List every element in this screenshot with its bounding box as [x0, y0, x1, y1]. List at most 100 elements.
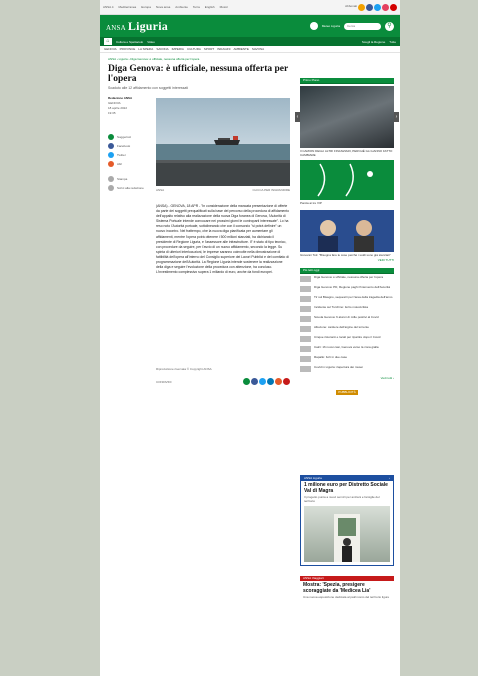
- subnav-item[interactable]: INDAGINI: [217, 47, 230, 51]
- subnav-item[interactable]: CULTURA: [187, 47, 201, 51]
- more-link[interactable]: Vedi tutti ›: [300, 376, 394, 380]
- write-button[interactable]: Scrivi alla redazione: [108, 183, 156, 192]
- subnav-item[interactable]: PROVINCE: [120, 47, 136, 51]
- facebook-icon[interactable]: [251, 378, 258, 385]
- top-link[interactable]: ANSA.it: [103, 5, 114, 9]
- photo-caption: ANSA CLICCA PER INGRANDIRE: [156, 188, 290, 192]
- sidebar-video[interactable]: [300, 210, 394, 252]
- home-icon[interactable]: ⌂: [104, 38, 112, 45]
- twitter-icon[interactable]: [374, 3, 381, 11]
- top-link[interactable]: Mediterranea: [119, 5, 137, 9]
- ad-label[interactable]: PUBBLICITÀ: [336, 390, 358, 395]
- page: ANSA.it Mediterranea Europa Nova ansa Am…: [100, 0, 400, 676]
- whatsapp-icon[interactable]: [243, 378, 250, 385]
- top-bar: ANSA.it Mediterranea Europa Nova ansa Am…: [100, 0, 400, 15]
- promo-title[interactable]: Mostra: 'Spezia, presigere scoraggiate d…: [300, 581, 394, 596]
- list-thumb: [300, 326, 311, 332]
- print-button[interactable]: Stampa: [108, 174, 156, 183]
- subnav-item[interactable]: SPORT: [204, 47, 214, 51]
- video-thumb: [300, 210, 394, 252]
- social-icons: Abbonati: [345, 3, 397, 11]
- next-arrow-icon[interactable]: ›: [394, 112, 399, 122]
- nav-all[interactable]: Tutte: [389, 40, 396, 44]
- promo-art: [334, 514, 360, 562]
- youtube-icon[interactable]: [390, 3, 397, 11]
- time: 19:35: [108, 111, 116, 115]
- hero-title[interactable]: Il CAMION DEGLI ALTRI FINANZIARI, PERCHÉ…: [300, 148, 394, 158]
- article-body: (ANSA) - GENOVA, 18 APR - "In consideraz…: [156, 204, 290, 275]
- subnav-item[interactable]: SAVONA: [252, 47, 264, 51]
- promo-desc: Il progetto punta a nuovi servizi per an…: [304, 495, 380, 503]
- share-suggest[interactable]: Suggerisci: [108, 132, 156, 141]
- footer-share: CONDIVIDI: [156, 378, 290, 385]
- promo-desc: Una nuova esposizione dedicata al patrim…: [303, 595, 390, 599]
- enlarge-link[interactable]: CLICCA PER INGRANDIRE: [252, 188, 290, 192]
- site-logo[interactable]: ANSA Liguria: [106, 19, 168, 34]
- share-twitter[interactable]: Twitter: [108, 150, 156, 159]
- list-thumb: [300, 306, 311, 312]
- sub-nav: GENOVA PROVINCE LA SPEZIA SAVONA IMPERIA…: [100, 46, 400, 53]
- facebook-icon[interactable]: [366, 3, 373, 11]
- list-thumb: [300, 346, 311, 352]
- mail-icon: [108, 184, 114, 191]
- feature-caption[interactable]: Parola ai tre VIP: [300, 200, 394, 206]
- top-link[interactable]: Nova ansa: [156, 5, 170, 9]
- promo-box[interactable]: ANSA Viaggiart Mostra: 'Spezia, presiger…: [300, 576, 394, 600]
- feature-art: [317, 163, 373, 197]
- subnav-item[interactable]: AMBIENTE: [234, 47, 249, 51]
- prev-arrow-icon[interactable]: ‹: [295, 112, 300, 122]
- top-link[interactable]: Ambiente: [175, 5, 188, 9]
- search-input[interactable]: Cerca: [344, 22, 381, 30]
- share-facebook[interactable]: Facebook: [108, 141, 156, 150]
- subscribe-link[interactable]: Abbonati: [345, 4, 357, 11]
- weather-label[interactable]: Meteo Liguria: [322, 24, 340, 28]
- list-thumb: [300, 356, 311, 362]
- article-title: Diga Genova: è ufficiale, nessuna offert…: [108, 64, 289, 84]
- subnav-item[interactable]: LA SPEZIA: [138, 47, 153, 51]
- article-meta: Redazione ANSA GENOVA 18 aprile 2022 19:…: [108, 96, 153, 116]
- promo-title[interactable]: 1 milione euro per Distretto Sociale Val…: [301, 481, 393, 496]
- mail-icon[interactable]: [275, 378, 282, 385]
- top-link[interactable]: English: [205, 5, 215, 9]
- promo-brand: ANSA Liguria: [304, 476, 322, 480]
- promo-image[interactable]: [304, 506, 390, 562]
- list-thumb: [300, 316, 311, 322]
- thumbs-up-icon: [108, 133, 114, 140]
- linkedin-icon[interactable]: [267, 378, 274, 385]
- ship-photo: [156, 98, 290, 186]
- share-more[interactable]: Altri: [108, 159, 156, 168]
- section-header: Primo Piano: [300, 78, 394, 84]
- most-read-list: Diga Genova: è ufficiale, nessuna offert…: [300, 275, 394, 376]
- header-right: Meteo Liguria Cerca ⚲: [309, 21, 394, 31]
- sidebar-hero[interactable]: ‹ ›: [295, 86, 399, 148]
- subnav-item[interactable]: IMPERIA: [172, 47, 184, 51]
- pinterest-icon[interactable]: [283, 378, 290, 385]
- region-select[interactable]: Scegli la Regione: [362, 40, 385, 44]
- article-photo[interactable]: [156, 98, 290, 186]
- facebook-icon: [108, 142, 114, 149]
- share-panel: Suggerisci Facebook Twitter Altri Stampa…: [108, 132, 156, 192]
- top-link[interactable]: Terra: [193, 5, 200, 9]
- list-item[interactable]: Covid in Liguria: riapertura dei musei: [300, 365, 394, 376]
- share-label: CONDIVIDI: [156, 379, 172, 384]
- rss-icon[interactable]: [358, 3, 365, 11]
- plus-icon: [108, 160, 114, 167]
- copyright-note: Riproduzione riservata © Copyright ANSA: [156, 367, 212, 371]
- promo-box[interactable]: ANSA Liguria › 1 milione euro per Distret…: [300, 475, 394, 566]
- top-link[interactable]: Europa: [141, 5, 151, 9]
- section-header: Più letti oggi: [300, 268, 394, 274]
- instagram-icon[interactable]: [382, 3, 389, 11]
- breadcrumb[interactable]: ANSA › Liguria › Diga Genova: è ufficial…: [108, 57, 199, 61]
- list-thumb: [300, 296, 311, 302]
- top-link[interactable]: Motori: [220, 5, 228, 9]
- list-thumb: [300, 276, 311, 282]
- see-all-link[interactable]: VEDI TUTTI: [300, 258, 394, 262]
- search-icon[interactable]: ⚲: [385, 21, 394, 31]
- subnav-item[interactable]: SAVONA: [156, 47, 168, 51]
- subnav-item[interactable]: GENOVA: [104, 47, 117, 51]
- nav-item[interactable]: Video: [147, 40, 155, 44]
- sidebar-feature[interactable]: [300, 160, 394, 200]
- twitter-icon[interactable]: [259, 378, 266, 385]
- nav-item[interactable]: Cultura e Spettacolo: [116, 40, 143, 44]
- weather-icon[interactable]: [309, 22, 318, 30]
